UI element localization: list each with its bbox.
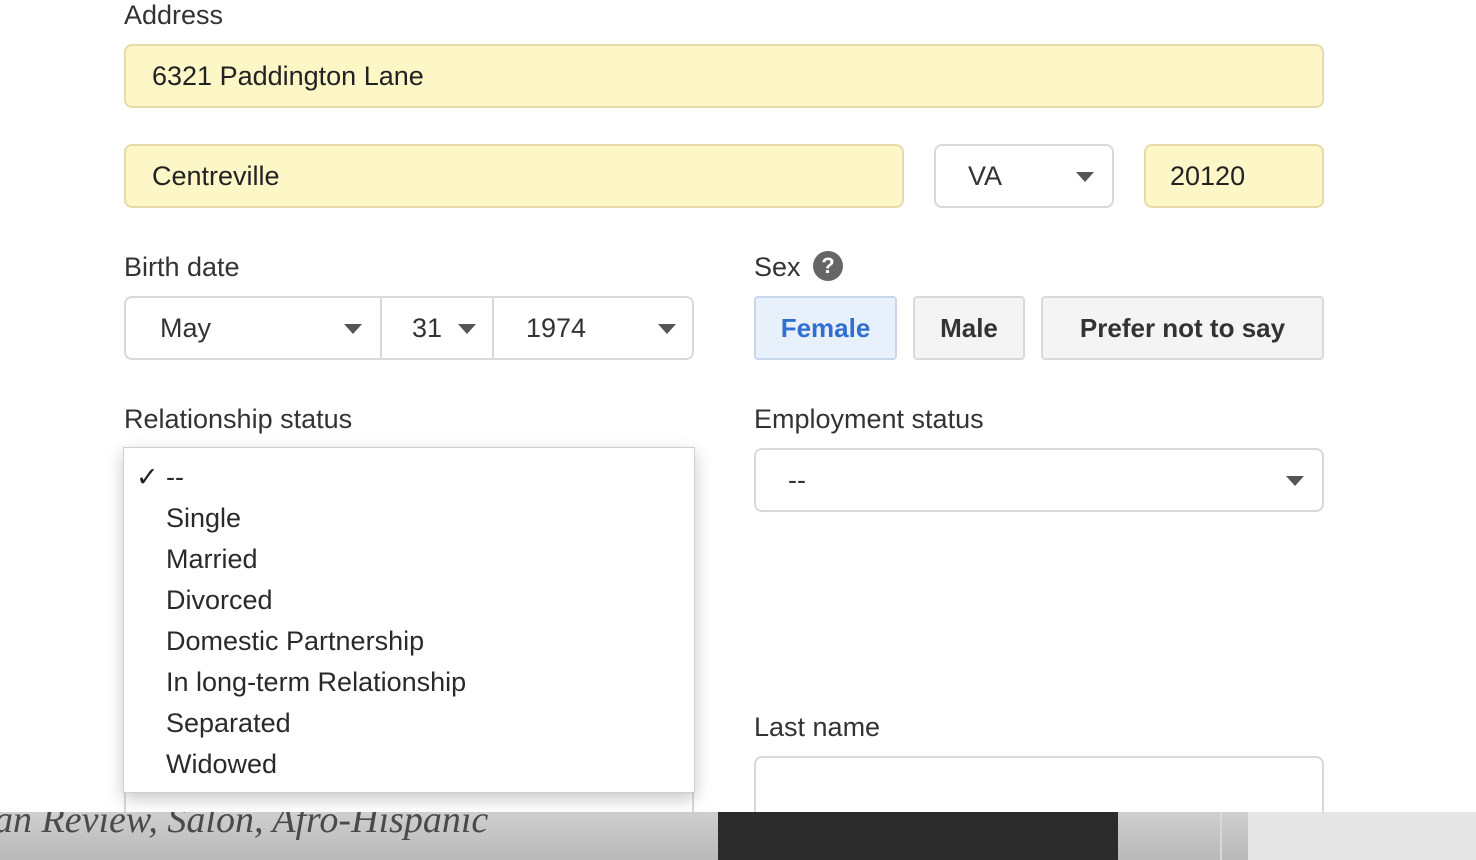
last-name-label: Last name bbox=[754, 712, 881, 742]
birth-year-select[interactable]: 1974 bbox=[494, 298, 692, 358]
relationship-option-married[interactable]: Married bbox=[166, 544, 258, 575]
chevron-down-icon bbox=[658, 324, 676, 334]
relationship-option-widowed[interactable]: Widowed bbox=[166, 749, 277, 780]
sex-option-female[interactable]: Female bbox=[754, 296, 897, 360]
chevron-down-icon bbox=[458, 324, 476, 334]
chevron-down-icon bbox=[344, 324, 362, 334]
birth-month-value: May bbox=[160, 312, 212, 343]
state-select[interactable]: VA bbox=[934, 144, 1114, 208]
birth-year-value: 1974 bbox=[526, 312, 587, 343]
employment-status-label: Employment status bbox=[754, 404, 984, 434]
background-page-text: an Review, Salon, Afro-Hispanic bbox=[0, 812, 489, 841]
relationship-option-single[interactable]: Single bbox=[166, 503, 241, 534]
background-page-panel bbox=[1248, 812, 1476, 860]
relationship-option-long-term[interactable]: In long-term Relationship bbox=[166, 667, 466, 698]
relationship-status-label: Relationship status bbox=[124, 404, 353, 434]
checkmark-icon: ✓ bbox=[136, 462, 159, 492]
background-page-image bbox=[718, 812, 1118, 860]
state-select-value: VA bbox=[968, 160, 1003, 191]
employment-status-value: -- bbox=[788, 464, 806, 495]
relationship-option-separated[interactable]: Separated bbox=[166, 708, 291, 739]
birth-day-value: 31 bbox=[412, 312, 443, 343]
street-address-input[interactable]: 6321 Paddington Lane bbox=[124, 44, 1324, 108]
birth-day-select[interactable]: 31 bbox=[382, 298, 494, 358]
relationship-option-none[interactable]: -- bbox=[166, 462, 184, 493]
relationship-option-domestic-partnership[interactable]: Domestic Partnership bbox=[166, 626, 424, 657]
sex-option-prefer-not-to-say[interactable]: Prefer not to say bbox=[1041, 296, 1324, 360]
birth-month-select[interactable]: May bbox=[126, 298, 382, 358]
city-input[interactable]: Centreville bbox=[124, 144, 904, 208]
background-page-divider bbox=[1220, 812, 1222, 860]
sex-label: Sex bbox=[754, 252, 801, 282]
relationship-option-divorced[interactable]: Divorced bbox=[166, 585, 273, 616]
last-name-input[interactable] bbox=[754, 756, 1324, 820]
birth-date-group: May 31 1974 bbox=[124, 296, 694, 360]
employment-status-select[interactable]: -- bbox=[754, 448, 1324, 512]
sex-option-male[interactable]: Male bbox=[913, 296, 1025, 360]
chevron-down-icon bbox=[1076, 172, 1094, 182]
relationship-status-dropdown[interactable]: ✓ -- Single Married Divorced Domestic Pa… bbox=[123, 447, 695, 793]
birth-date-label: Birth date bbox=[124, 252, 240, 282]
background-page-strip: an Review, Salon, Afro-Hispanic bbox=[0, 812, 1476, 860]
help-icon[interactable]: ? bbox=[813, 251, 843, 281]
zip-input[interactable]: 20120 bbox=[1144, 144, 1324, 208]
chevron-down-icon bbox=[1286, 476, 1304, 486]
address-label: Address bbox=[124, 0, 224, 30]
